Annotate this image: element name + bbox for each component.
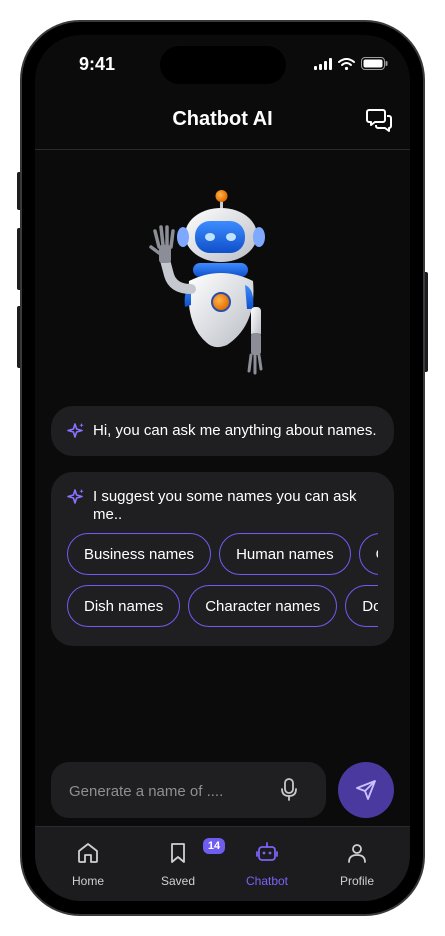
tab-home[interactable]: Home: [48, 841, 128, 888]
send-icon: [356, 780, 376, 800]
home-icon: [78, 843, 98, 863]
app-header: Chatbot AI: [35, 95, 410, 150]
prompt-input-container: [51, 762, 326, 820]
mic-icon[interactable]: [280, 778, 298, 802]
chip-character-names[interactable]: Character names: [188, 585, 338, 627]
suggestions-message: I suggest you some names you can ask me.…: [51, 472, 394, 646]
greeting-text: Hi, you can ask me anything about names.: [93, 422, 377, 439]
cellular-signal-icon: [314, 57, 332, 70]
chip-human-names[interactable]: Human names: [219, 533, 351, 575]
status-time: 9:41: [79, 54, 116, 74]
chip-business-names[interactable]: Business names: [67, 533, 212, 575]
greeting-message: Hi, you can ask me anything about names.: [51, 406, 394, 456]
bookmark-icon: [171, 843, 185, 863]
power-button: [423, 272, 428, 372]
tab-home-label: Home: [71, 874, 104, 888]
suggestion-chips-row-2: Dish namesCharacter namesDog names: [67, 585, 378, 627]
screen: 9:41 Chatbot AI Hi, you can ask me anyth…: [35, 35, 410, 901]
chip-dish-names[interactable]: Dish names: [67, 585, 181, 627]
robot-icon: [256, 842, 278, 861]
battery-icon: [361, 57, 388, 70]
sparkle-icon: [67, 423, 84, 438]
send-button[interactable]: [338, 762, 394, 818]
chip-dog-names[interactable]: Dog names: [345, 585, 378, 627]
tab-chatbot-label: Chatbot: [245, 874, 289, 888]
tab-saved-label: Saved: [160, 874, 196, 888]
bottom-tab-bar: Home Saved 14 Chatbot Profile: [35, 826, 410, 901]
status-icons: [314, 57, 388, 70]
page-title: Chatbot AI: [172, 108, 273, 130]
tab-profile[interactable]: Profile: [317, 841, 397, 888]
prompt-input[interactable]: [67, 762, 281, 820]
tab-chatbot[interactable]: Chatbot: [227, 841, 307, 888]
dynamic-island: [160, 46, 286, 84]
saved-count-badge: 14: [203, 838, 225, 854]
tab-profile-label: Profile: [339, 874, 374, 888]
profile-icon: [348, 844, 366, 863]
wifi-icon: [338, 57, 355, 70]
suggestions-intro: I suggest you some names you can ask me.…: [93, 488, 357, 523]
chat-bubbles-icon[interactable]: [366, 107, 392, 133]
status-bar: 9:41: [35, 35, 410, 95]
sparkle-icon: [67, 489, 84, 504]
suggestion-chips-row-1: Business namesHuman names Game names: [67, 533, 378, 575]
chip-game-names[interactable]: Game names: [358, 533, 378, 575]
robot-mascot-illustration: [149, 190, 265, 375]
